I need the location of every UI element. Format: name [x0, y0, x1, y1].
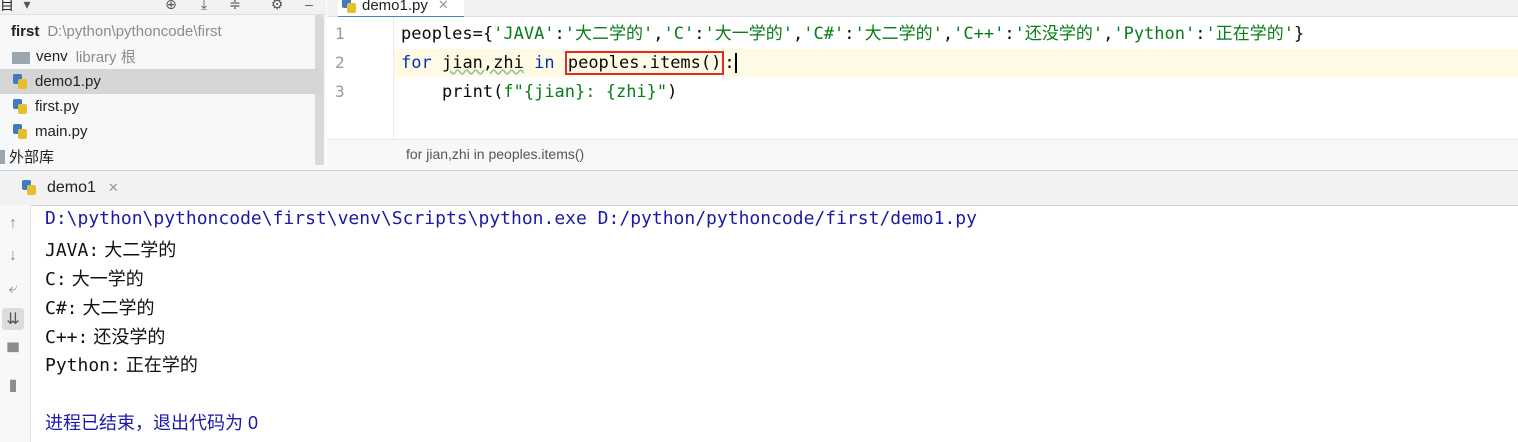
console-output-line: JAVA: 大二学的 — [45, 236, 176, 262]
code-token: print( — [441, 82, 504, 102]
line-number: 2 — [335, 53, 345, 72]
code-keyword: for — [401, 53, 432, 73]
tree-item-venv[interactable]: venv library 根 — [0, 44, 326, 69]
output-value: 正在学的 — [125, 355, 198, 375]
code-string: f"{jian}: {zhi}" — [503, 82, 668, 102]
collapse-icon[interactable]: ⤓ — [195, 0, 213, 12]
project-root-path: D:\python\pythoncode\first — [47, 23, 222, 40]
output-key: C: — [45, 269, 67, 290]
library-icon — [0, 149, 5, 164]
output-value: 还没学的 — [93, 327, 166, 347]
run-panel-header — [0, 170, 1518, 206]
output-key: Python: — [45, 355, 121, 376]
output-key: JAVA: — [45, 240, 100, 261]
dropdown-arrow-icon[interactable]: ▾ — [18, 0, 36, 12]
tree-item-main-py[interactable]: main.py — [0, 119, 326, 144]
code-token: jian,zhi — [441, 53, 524, 73]
output-value: 大二学的 — [82, 298, 155, 318]
code-string: '正在学的' — [1205, 24, 1294, 44]
console-exit-message: 进程已结束，退出代码为 0 — [45, 413, 259, 433]
code-token: ) — [667, 82, 678, 102]
code-string: 'C' — [663, 24, 695, 44]
close-icon[interactable]: ✕ — [438, 0, 449, 13]
python-file-icon — [13, 73, 29, 90]
line-number: 3 — [335, 82, 345, 101]
print-icon[interactable]: ▀ — [2, 342, 24, 364]
tree-item-label: venv — [36, 48, 68, 65]
console-command: D:\python\pythoncode\first\venv\Scripts\… — [45, 208, 977, 229]
python-file-icon — [13, 123, 29, 140]
code-line-2[interactable]: for jian,zhi in peoples.items(): — [401, 49, 737, 77]
down-arrow-icon[interactable]: ↓ — [2, 245, 24, 267]
code-string: 'Python' — [1113, 24, 1196, 44]
minimize-icon[interactable]: – — [300, 0, 318, 12]
code-string: '大二学的' — [854, 24, 943, 44]
tree-item-demo1[interactable]: demo1.py — [0, 69, 322, 94]
python-file-icon — [22, 180, 38, 196]
code-string: 'C#' — [803, 24, 845, 44]
editor-tab-bar — [327, 0, 1518, 17]
gear-icon[interactable]: ⚙ — [268, 0, 286, 12]
line-number: 1 — [335, 24, 345, 43]
highlight-box: peoples.items() — [564, 51, 725, 75]
code-string: '还没学的' — [1014, 24, 1104, 44]
output-key: C#: — [45, 298, 78, 319]
expand-icon[interactable]: ≑ — [226, 0, 244, 12]
project-title[interactable]: 项目 — [0, 0, 14, 15]
console-output-line: C: 大一学的 — [45, 265, 144, 291]
folder-icon — [12, 51, 30, 64]
scroll-to-end-icon[interactable]: ⇊ — [2, 308, 24, 330]
code-string: 'JAVA' — [493, 24, 555, 44]
code-string: 'C++' — [953, 24, 1005, 44]
tree-item-external-libraries[interactable]: 外部库 — [0, 144, 326, 169]
code-token: peoples={ — [401, 24, 494, 44]
code-token: : — [724, 53, 735, 73]
run-toolbar: ↑ ↓ ⤶ ⇊ ▀ ▮ — [0, 205, 31, 442]
python-file-icon — [342, 0, 356, 13]
editor-tab-label: demo1.py — [362, 0, 428, 14]
tree-item-label: first.py — [35, 98, 80, 115]
console-output-line: C#: 大二学的 — [45, 294, 155, 320]
code-string: '大二学的' — [564, 24, 654, 44]
code-token: } — [1293, 24, 1305, 44]
project-toolbar: 项目 ▾ ⊕ ⤓ ≑ ⚙ – — [0, 0, 326, 15]
tree-item-note: library 根 — [75, 49, 136, 66]
locate-icon[interactable]: ⊕ — [162, 0, 180, 12]
output-value: 大二学的 — [104, 240, 177, 260]
code-string: '大一学的' — [704, 24, 793, 44]
code-keyword: in — [534, 53, 555, 73]
console-output-line: Python: 正在学的 — [45, 351, 198, 377]
text-caret — [734, 53, 737, 73]
tree-item-label: 外部库 — [9, 149, 55, 166]
run-tab-label: demo1 — [47, 179, 96, 196]
up-arrow-icon[interactable]: ↑ — [2, 213, 24, 235]
tree-item-label: main.py — [35, 123, 88, 140]
tree-item-label: demo1.py — [35, 73, 101, 90]
close-icon[interactable]: ✕ — [108, 180, 119, 196]
tree-item-first[interactable]: first D:\python\pythoncode\first — [0, 19, 326, 44]
tree-item-first-py[interactable]: first.py — [0, 94, 326, 119]
code-line-1[interactable]: peoples={'JAVA':'大二学的','C':'大一学的','C#':'… — [401, 20, 1304, 48]
output-value: 大一学的 — [71, 269, 144, 289]
python-file-icon — [13, 98, 29, 115]
output-key: C++: — [45, 327, 89, 348]
code-line-3[interactable]: print(f"{jian}: {zhi}") — [401, 78, 677, 106]
soft-wrap-icon[interactable]: ⤶ — [2, 278, 24, 300]
trash-icon[interactable]: ▮ — [2, 374, 24, 396]
console-output-line: C++: 还没学的 — [45, 323, 165, 349]
project-root-label: first — [11, 23, 40, 40]
run-tab-demo1[interactable]: demo1 ✕ — [22, 176, 119, 200]
breadcrumb[interactable]: for jian,zhi in peoples.items() — [406, 146, 584, 162]
